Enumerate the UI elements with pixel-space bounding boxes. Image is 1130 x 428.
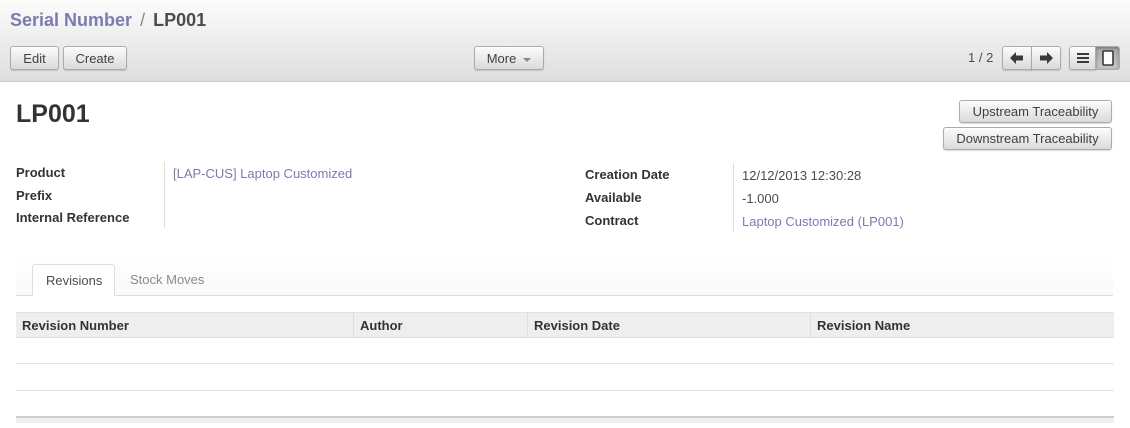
- field-divider-left: [164, 162, 165, 228]
- form-view-icon: [1101, 50, 1114, 66]
- creation-date-label: Creation Date: [585, 167, 670, 182]
- upstream-traceability-label: Upstream Traceability: [972, 104, 1099, 119]
- tab-revisions-label: Revisions: [46, 272, 103, 288]
- field-divider-right: [733, 163, 734, 231]
- empty-table-row: [16, 363, 1114, 364]
- available-value: -1.000: [742, 191, 779, 206]
- column-header-revision-name[interactable]: Revision Name: [810, 313, 1114, 337]
- creation-date-value: 12/12/2013 12:30:28: [742, 168, 862, 183]
- tab-stock-moves[interactable]: Stock Moves: [117, 264, 217, 295]
- more-button-label: More: [486, 50, 517, 66]
- internal-reference-label: Internal Reference: [16, 210, 130, 225]
- prefix-label: Prefix: [16, 188, 53, 203]
- pager-counter: 1 / 2: [968, 50, 994, 65]
- revisions-table-footer: [16, 416, 1114, 423]
- product-label: Product: [16, 165, 66, 180]
- breadcrumb-separator: /: [140, 10, 146, 30]
- available-label: Available: [585, 190, 642, 205]
- arrow-left-icon: [1010, 52, 1024, 64]
- record-title: LP001: [16, 100, 90, 128]
- upstream-traceability-button[interactable]: Upstream Traceability: [959, 100, 1112, 123]
- column-header-revision-date[interactable]: Revision Date: [527, 313, 810, 337]
- tab-revisions[interactable]: Revisions: [32, 264, 115, 296]
- column-header-revision-number[interactable]: Revision Number: [16, 313, 353, 337]
- create-button[interactable]: Create: [63, 46, 127, 70]
- downstream-traceability-button[interactable]: Downstream Traceability: [943, 127, 1112, 150]
- notebook-tabs: Revisions Stock Moves: [16, 253, 1113, 296]
- breadcrumb-parent-link[interactable]: Serial Number: [10, 10, 132, 30]
- arrow-right-icon: [1039, 52, 1053, 64]
- edit-button[interactable]: Edit: [10, 46, 59, 70]
- form-view-button[interactable]: [1095, 46, 1120, 70]
- list-view-icon: [1076, 53, 1089, 63]
- downstream-traceability-label: Downstream Traceability: [956, 131, 1099, 146]
- revisions-table-header: Revision Number Author Revision Date Rev…: [16, 312, 1114, 338]
- list-view-button[interactable]: [1069, 46, 1096, 70]
- contract-label: Contract: [585, 213, 639, 228]
- contract-value-link[interactable]: Laptop Customized (LP001): [742, 214, 904, 229]
- empty-table-row: [16, 390, 1114, 391]
- breadcrumb: Serial Number / LP001: [10, 10, 206, 31]
- tab-stock-moves-label: Stock Moves: [130, 272, 205, 287]
- breadcrumb-current: LP001: [153, 10, 207, 30]
- column-header-author[interactable]: Author: [353, 313, 527, 337]
- create-button-label: Create: [75, 50, 115, 66]
- next-record-button[interactable]: [1031, 46, 1061, 70]
- caret-down-icon: [523, 57, 532, 62]
- product-value-link[interactable]: [LAP-CUS] Laptop Customized: [173, 166, 352, 181]
- more-dropdown-button[interactable]: More: [474, 46, 544, 70]
- edit-button-label: Edit: [23, 50, 46, 66]
- control-panel: Serial Number / LP001 Edit Create More 1…: [0, 0, 1130, 82]
- previous-record-button[interactable]: [1002, 46, 1032, 70]
